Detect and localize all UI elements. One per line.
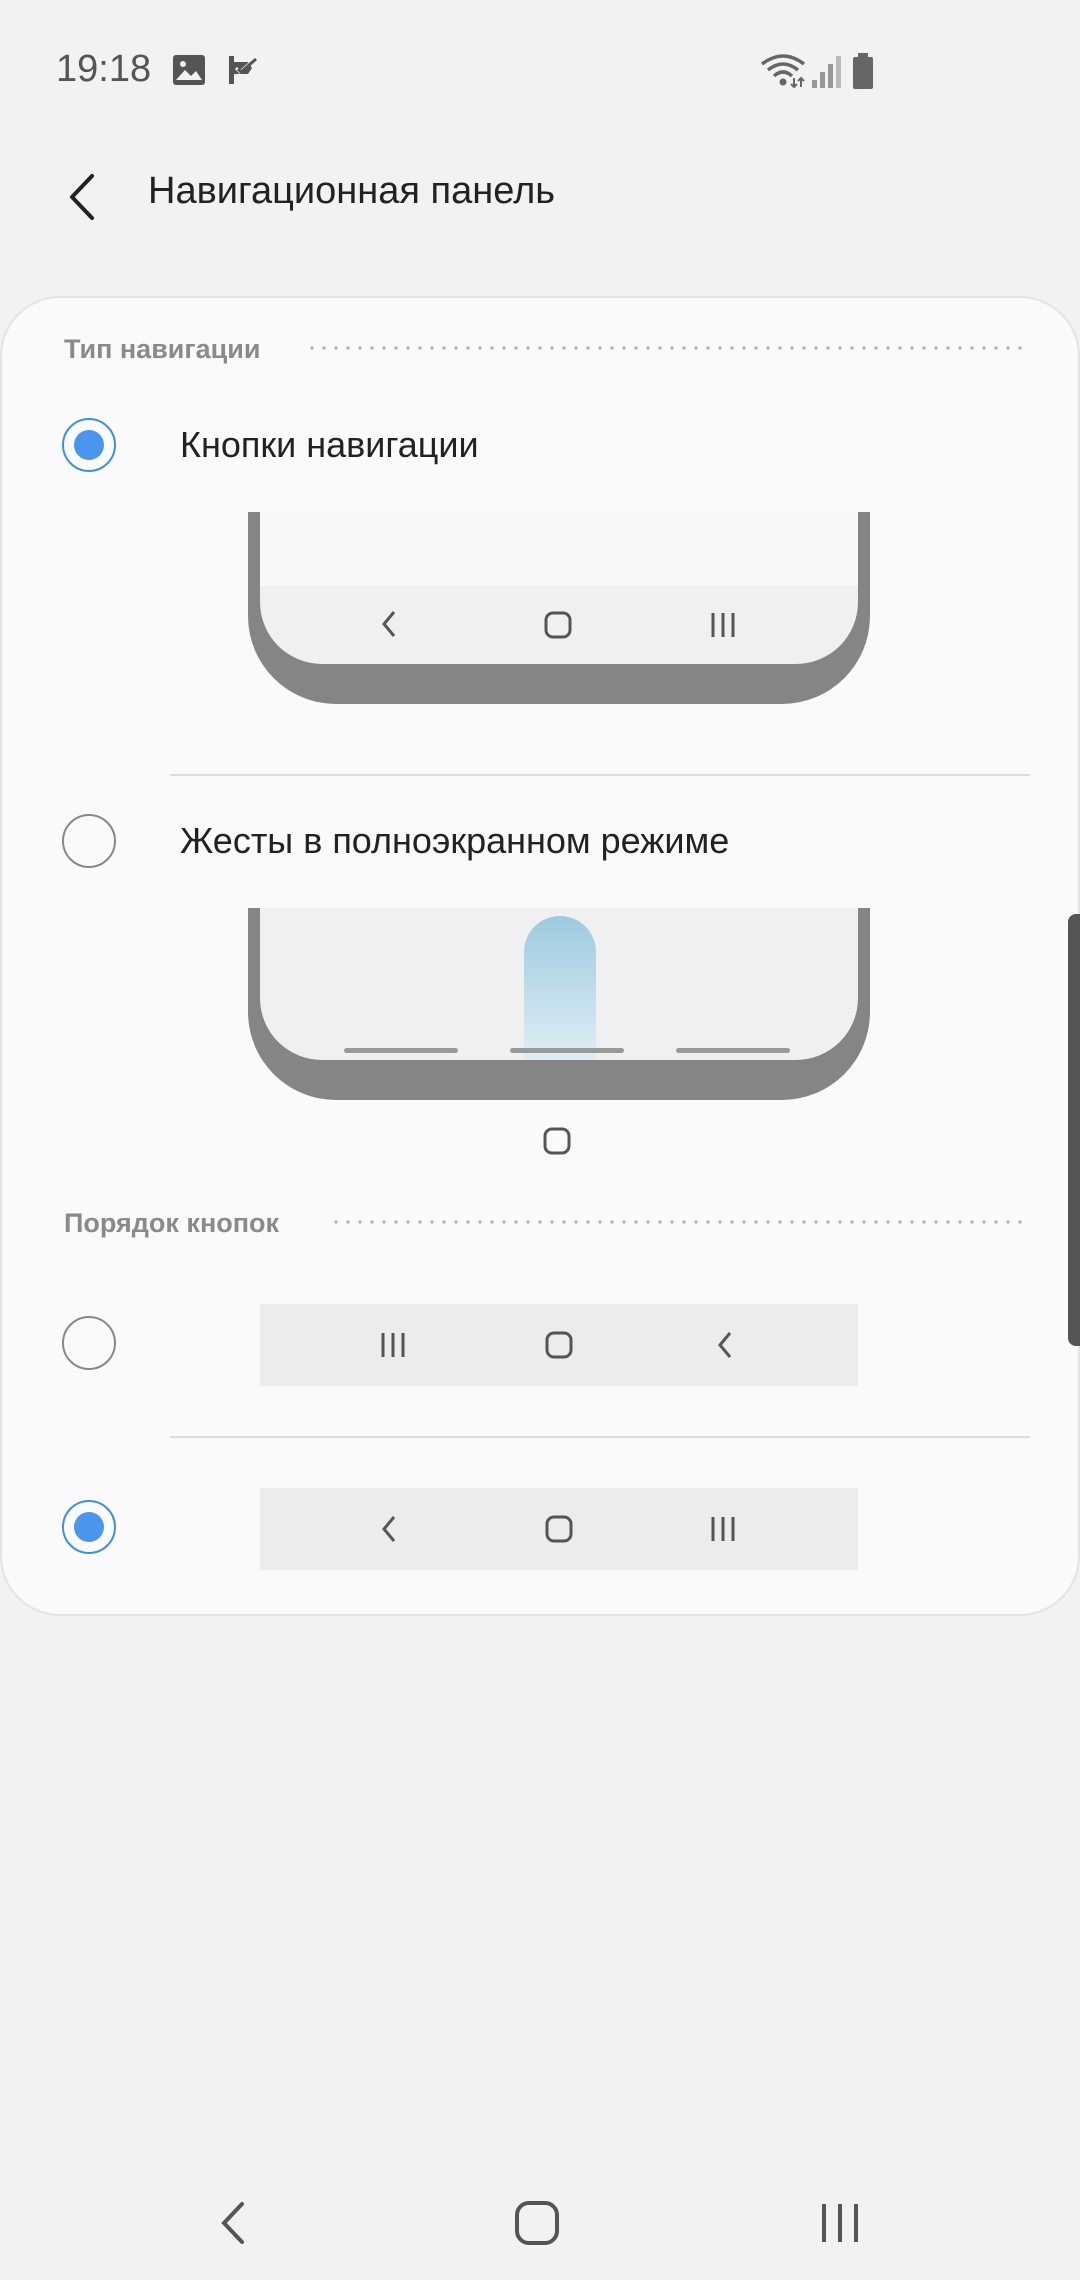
signal-icon xyxy=(812,56,841,88)
app-bar: Навигационная панель xyxy=(0,140,1080,250)
scrollbar[interactable] xyxy=(1068,914,1080,1346)
order-home-icon xyxy=(545,1515,573,1543)
status-bar: 19:18 xyxy=(0,0,1080,140)
home-icon[interactable] xyxy=(512,2198,562,2248)
order-preview-recents-home-back xyxy=(260,1304,858,1386)
swipe-gesture-indicator xyxy=(524,916,596,1060)
back-arrow-icon xyxy=(70,174,94,220)
battery-icon xyxy=(853,53,873,89)
image-icon xyxy=(173,55,205,85)
illustration-back-icon xyxy=(382,611,396,637)
gesture-hint-bar-left xyxy=(344,1048,458,1053)
option-label-fullscreen-gestures: Жесты в полноэкранном режиме xyxy=(180,820,730,861)
order-recents-icon xyxy=(381,1333,405,1357)
page-title: Навигационная панель xyxy=(148,170,556,212)
section-divider-dots xyxy=(306,346,1022,350)
order-back-icon xyxy=(382,1516,396,1542)
check-flag-icon xyxy=(229,56,257,84)
section-header-button-order: Порядок кнопок xyxy=(64,1208,280,1238)
order-preview-back-home-recents xyxy=(260,1488,858,1570)
order-home-icon xyxy=(545,1331,573,1359)
radio-fullscreen-gestures[interactable] xyxy=(62,814,116,868)
gesture-hint-bar-center xyxy=(510,1048,624,1053)
radio-order-recents-home-back[interactable] xyxy=(62,1316,116,1370)
gestures-illustration xyxy=(248,908,870,1100)
back-button[interactable] xyxy=(50,162,120,232)
navigation-buttons-illustration xyxy=(248,512,870,704)
radio-order-back-home-recents[interactable] xyxy=(62,1500,116,1554)
gesture-hint-bar-right xyxy=(676,1048,790,1053)
back-icon[interactable] xyxy=(210,2198,260,2248)
option-label-navigation-buttons: Кнопки навигации xyxy=(180,424,479,465)
order-recents-icon xyxy=(711,1517,735,1541)
option-divider xyxy=(170,1436,1030,1438)
section-divider-dots xyxy=(330,1220,1022,1224)
order-back-icon xyxy=(718,1332,732,1358)
recents-icon[interactable] xyxy=(816,2198,866,2248)
settings-card: Тип навигации Кнопки навигации Жесты в п… xyxy=(0,296,1080,1616)
system-navigation-bar xyxy=(0,2160,1080,2280)
illustration-recents-icon xyxy=(711,613,735,637)
option-divider xyxy=(170,774,1030,776)
radio-navigation-buttons[interactable] xyxy=(62,418,116,472)
section-header-navigation-type: Тип навигации xyxy=(64,334,261,364)
status-time: 19:18 xyxy=(56,48,152,90)
gesture-home-hint-icon xyxy=(543,1127,571,1155)
illustration-home-icon xyxy=(544,611,572,639)
wifi-icon xyxy=(760,54,806,88)
